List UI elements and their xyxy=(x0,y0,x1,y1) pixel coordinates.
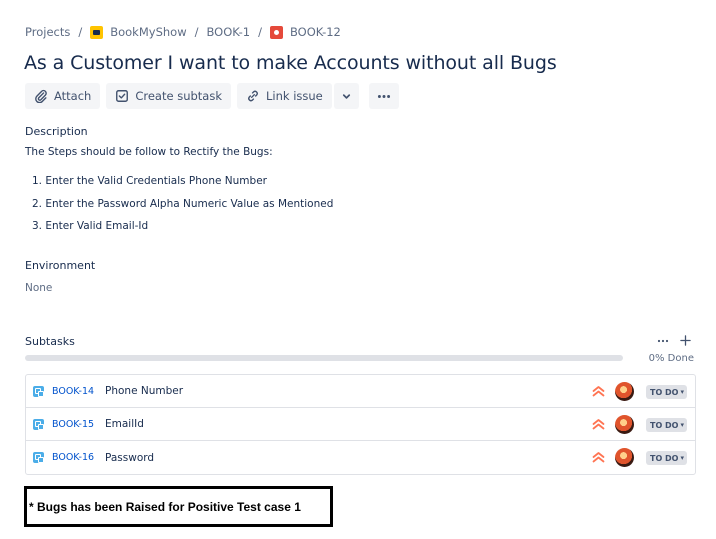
chevron-down-icon: ▾ xyxy=(680,454,684,462)
more-icon xyxy=(657,339,669,343)
breadcrumb-project-name: BookMyShow xyxy=(110,25,187,39)
breadcrumb-parent-issue[interactable]: BOOK-1 xyxy=(206,25,250,39)
description-intro[interactable]: The Steps should be follow to Rectify th… xyxy=(25,146,273,158)
priority-high-icon xyxy=(592,419,605,430)
paperclip-icon xyxy=(35,89,47,103)
environment-value[interactable]: None xyxy=(25,282,52,294)
breadcrumb-issue[interactable]: BOOK-12 xyxy=(269,25,341,39)
description-step: 1. Enter the Valid Credentials Phone Num… xyxy=(32,175,267,187)
subtask-key[interactable]: BOOK-16 xyxy=(52,452,105,463)
subtask-status-label: TO DO xyxy=(650,453,679,463)
chevron-down-icon: ▾ xyxy=(680,388,684,396)
more-actions-button[interactable] xyxy=(368,83,399,109)
subtask-summary[interactable]: Phone Number xyxy=(105,385,695,397)
priority-high-icon xyxy=(592,386,605,397)
issue-toolbar: Attach Create subtask Link issue xyxy=(25,83,405,109)
breadcrumb-separator: / xyxy=(78,25,83,39)
subtask-key[interactable]: BOOK-15 xyxy=(52,419,105,430)
subtasks-more-button[interactable] xyxy=(654,334,672,348)
environment-heading: Environment xyxy=(25,259,96,272)
chevron-down-icon: ▾ xyxy=(680,421,684,429)
description-step: 3. Enter Valid Email-Id xyxy=(32,220,149,232)
link-issue-button[interactable]: Link issue xyxy=(237,83,332,109)
description-step: 2. Enter the Password Alpha Numeric Valu… xyxy=(32,197,334,210)
create-subtask-button[interactable]: Create subtask xyxy=(106,83,231,109)
subtask-type-icon xyxy=(33,418,44,430)
subtask-status-dropdown[interactable]: TO DO ▾ xyxy=(646,418,687,432)
subtask-summary[interactable]: EmailId xyxy=(105,418,695,430)
subtask-type-icon xyxy=(33,385,44,397)
subtask-status-label: TO DO xyxy=(650,420,679,430)
subtask-row[interactable]: BOOK-14 Phone Number TO DO ▾ xyxy=(26,375,695,408)
attach-button[interactable]: Attach xyxy=(25,83,101,109)
chevron-down-icon xyxy=(342,93,350,99)
breadcrumb-separator: / xyxy=(194,25,199,39)
breadcrumb-separator: / xyxy=(258,25,262,39)
subtask-row[interactable]: BOOK-16 Password TO DO ▾ xyxy=(26,441,695,474)
create-subtask-label: Create subtask xyxy=(135,89,222,103)
link-icon xyxy=(248,90,258,102)
subtask-status-label: TO DO xyxy=(650,387,679,397)
subtasks-progress-text: 0% Done xyxy=(648,353,694,364)
description-heading: Description xyxy=(25,125,88,138)
assignee-avatar[interactable] xyxy=(615,448,634,467)
subtask-type-icon xyxy=(33,452,44,463)
breadcrumb-project[interactable]: BookMyShow xyxy=(90,25,187,39)
subtasks-progress-bar xyxy=(25,355,623,361)
breadcrumb-projects[interactable]: Projects xyxy=(25,25,70,39)
subtask-row[interactable]: BOOK-15 EmailId TO DO ▾ xyxy=(26,408,695,441)
priority-high-icon xyxy=(592,452,605,463)
link-issue-label: Link issue xyxy=(266,89,323,103)
subtask-status-dropdown[interactable]: TO DO ▾ xyxy=(646,385,687,399)
breadcrumb: Projects / BookMyShow / BOOK-1 / BOOK-12 xyxy=(25,24,341,40)
subtask-summary[interactable]: Password xyxy=(105,452,695,464)
more-icon xyxy=(377,94,390,98)
subtasks-heading: Subtasks xyxy=(25,335,75,348)
description-steps: 1. Enter the Valid Credentials Phone Num… xyxy=(32,174,333,242)
issue-title[interactable]: As a Customer I want to make Accounts wi… xyxy=(24,52,557,74)
link-issue-dropdown-button[interactable] xyxy=(333,83,359,109)
assignee-avatar[interactable] xyxy=(615,415,634,434)
bug-icon xyxy=(269,25,283,39)
breadcrumb-issue-key: BOOK-12 xyxy=(289,25,341,39)
attach-label: Attach xyxy=(54,89,92,103)
subtask-key[interactable]: BOOK-14 xyxy=(52,386,105,397)
checkbox-icon xyxy=(116,90,129,102)
add-subtask-button[interactable] xyxy=(678,334,692,348)
project-icon xyxy=(90,25,104,39)
annotation-note: * Bugs has been Raised for Positive Test… xyxy=(24,486,333,527)
assignee-avatar[interactable] xyxy=(615,382,634,401)
subtasks-table: BOOK-14 Phone Number TO DO ▾ BOOK-15 Ema… xyxy=(25,374,696,475)
subtasks-actions xyxy=(654,334,692,348)
subtask-status-dropdown[interactable]: TO DO ▾ xyxy=(646,451,687,465)
plus-icon xyxy=(679,335,691,346)
